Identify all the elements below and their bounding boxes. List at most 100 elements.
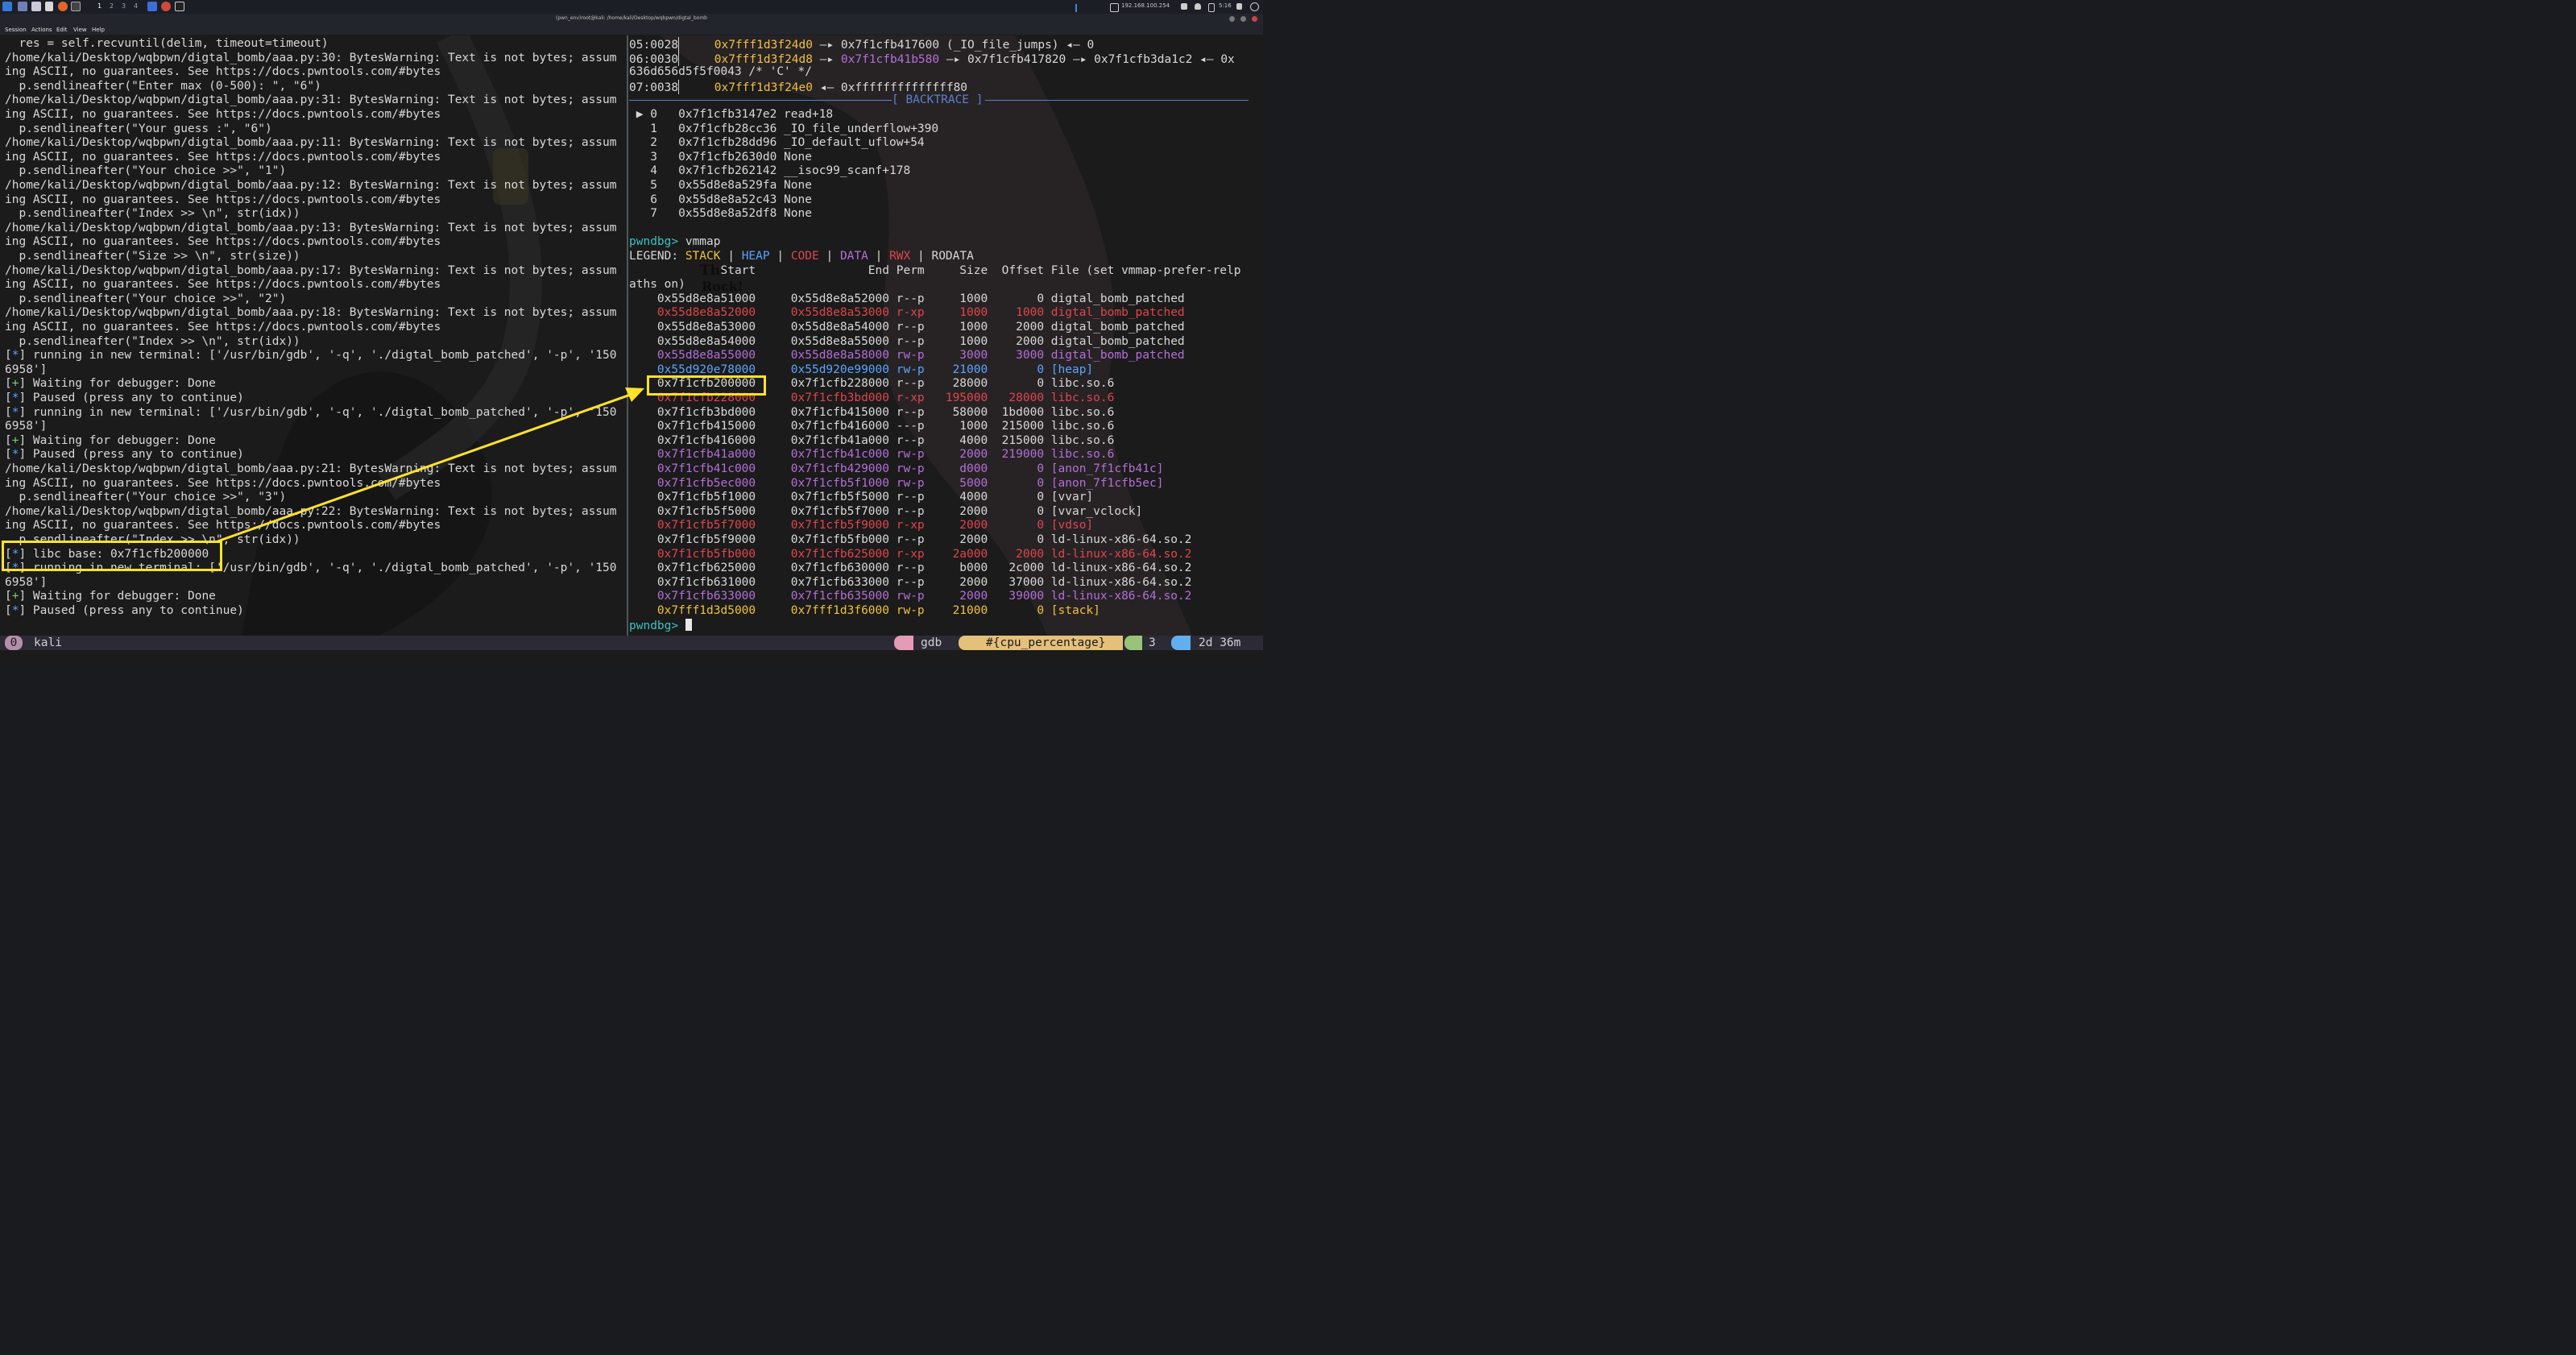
terminal-cursor[interactable] <box>685 618 692 631</box>
menu-session[interactable]: Session <box>5 27 27 33</box>
terminal-line: ing ASCII, no guarantees. See https://do… <box>5 108 441 122</box>
text-segment: | <box>769 250 791 263</box>
tmux-session-index[interactable]: 0 <box>5 636 23 650</box>
text-segment: 0x55d8e8a51000 0x55d8e8a52000 r--p 1000 … <box>629 292 1185 305</box>
files-icon[interactable] <box>31 2 41 11</box>
top-panel: 1 2 3 4 192.168.100.254 5:16 <box>0 0 1263 14</box>
text-segment: ] Waiting for debugger: Done <box>19 433 216 447</box>
text-segment <box>679 39 714 52</box>
text-segment: 0x7f1cfb41a000 0x7f1cfb41c000 rw-p 2000 … <box>629 448 1115 462</box>
text-segment: p.sendlineafter("Your guess :", "6") <box>5 122 272 135</box>
maximize-icon[interactable] <box>1240 16 1246 22</box>
workspace-3[interactable]: 3 <box>122 2 126 10</box>
tmux-cpu: #{cpu_percentage} <box>978 636 1123 650</box>
clock[interactable]: 5:16 <box>1219 2 1232 9</box>
terminal-line: [+] Waiting for debugger: Done <box>5 434 216 449</box>
gdb-input-line[interactable]: pwndbg> <box>629 618 692 633</box>
text-segment: [ <box>5 590 12 603</box>
power-icon[interactable] <box>1250 2 1259 11</box>
text-segment: | RODATA <box>910 250 974 263</box>
menu-edit[interactable]: Edit <box>56 27 68 33</box>
terminal[interactable]: res = self.recvuntil(delim, timeout=time… <box>0 35 1263 636</box>
desktop-bottom <box>0 650 1263 665</box>
text-segment: /home/kali/Desktop/wqbpwn/digtal_bomb/aa… <box>5 51 617 64</box>
stack-line: 05:0028 0x7fff1d3f24d0 —▸ 0x7f1cfb417600… <box>629 37 1094 52</box>
text-segment: [ <box>5 433 12 447</box>
close-icon[interactable] <box>1252 16 1257 22</box>
text-segment: /home/kali/Desktop/wqbpwn/digtal_bomb/aa… <box>5 462 617 475</box>
text-segment: ing ASCII, no guarantees. See https://do… <box>5 65 441 79</box>
text-segment: /home/kali/Desktop/wqbpwn/digtal_bomb/aa… <box>5 504 617 518</box>
gdb-command: vmmap <box>678 235 721 249</box>
desktop-icon[interactable] <box>18 2 27 11</box>
workspace-4[interactable]: 4 <box>134 2 138 10</box>
tmux-window-name[interactable]: gdb <box>921 636 942 650</box>
terminal-line: ing ASCII, no guarantees. See https://do… <box>5 193 441 208</box>
text-segment: 5 0x55d8e8a529fa None <box>629 179 812 192</box>
text-segment: 07:0038 <box>629 81 679 94</box>
firefox-icon[interactable] <box>58 2 68 11</box>
taskbar-app-icon[interactable] <box>161 2 171 11</box>
text-segment: [ <box>5 392 12 404</box>
right-pane-pwndbg[interactable]: The Rock! 05:0028 0x7fff1d3f24d0 —▸ 0x7f… <box>629 35 1263 636</box>
terminal-line: p.sendlineafter("Your choice >>", "1") <box>5 164 286 179</box>
terminal-line: p.sendlineafter("Enter max (0-500): ", "… <box>5 80 321 94</box>
text-segment: 6958'] <box>5 363 48 376</box>
terminal-line: [*] Paused (press any to continue) <box>5 392 244 406</box>
notification-bell-icon[interactable] <box>1195 3 1201 10</box>
network-icon[interactable] <box>1110 3 1119 12</box>
text-segment: 0x7f1cfb41c000 0x7f1cfb429000 rw-p d000 … <box>629 462 1164 475</box>
terminal-line: res = self.recvuntil(delim, timeout=time… <box>5 37 328 52</box>
backtrace-frame: 5 0x55d8e8a529fa None <box>629 179 812 193</box>
text-segment: CODE <box>790 250 819 263</box>
document-icon[interactable] <box>45 2 53 11</box>
text-segment: 0x7f1cfb5ec000 0x7f1cfb5f1000 rw-p 5000 … <box>629 476 1164 490</box>
taskbar-app-icon[interactable] <box>147 2 157 11</box>
text-segment: 6958'] <box>5 575 48 589</box>
speaker-icon[interactable] <box>1181 3 1187 10</box>
backtrace-frame: 7 0x55d8e8a52df8 None <box>629 207 812 222</box>
kali-menu-icon[interactable] <box>2 2 12 11</box>
text-segment: LEGEND: <box>629 250 685 263</box>
text-segment: /home/kali/Desktop/wqbpwn/digtal_bomb/aa… <box>5 306 617 320</box>
text-segment: ing ASCII, no guarantees. See https://do… <box>5 321 441 334</box>
text-segment: 0x7f1cfb416000 0x7f1cfb41a000 r--p 4000 … <box>629 433 1115 447</box>
battery-icon[interactable] <box>1208 3 1215 12</box>
terminal-line: /home/kali/Desktop/wqbpwn/digtal_bomb/aa… <box>5 222 617 236</box>
terminal-line: p.sendlineafter("Index >> \n", str(idx)) <box>5 207 300 222</box>
vmmap-row: 0x55d8e8a54000 0x55d8e8a55000 r--p 1000 … <box>629 335 1185 350</box>
taskbar-terminal-icon[interactable] <box>175 2 184 11</box>
menu-bar: Session Actions Edit View Help <box>0 25 1263 35</box>
text-segment: p.sendlineafter("Your choice >>", "1") <box>5 164 287 178</box>
text-segment: p.sendlineafter("Index >> \n", str(idx)) <box>5 334 300 348</box>
workspace-1[interactable]: 1 <box>97 2 101 10</box>
text-segment: ] Paused (press any to continue) <box>19 448 244 462</box>
tmux-uptime: 2d 36m <box>1199 636 1241 649</box>
backtrace-frame: ▶ 0 0x7f1cfb3147e2 read+18 <box>629 108 833 122</box>
text-segment: 2 0x7f1cfb28dd96 _IO_default_uflow+54 <box>629 136 925 150</box>
gdb-prompt: pwndbg> <box>629 619 685 632</box>
terminal-icon[interactable] <box>71 2 81 11</box>
vmmap-row: 0x7f1cfb5ec000 0x7f1cfb5f1000 rw-p 5000 … <box>629 476 1164 491</box>
tmux-session-name: kali <box>34 636 62 649</box>
menu-view[interactable]: View <box>73 27 87 33</box>
terminal-line: /home/kali/Desktop/wqbpwn/digtal_bomb/aa… <box>5 93 617 108</box>
vmmap-row: 0x55d8e8a53000 0x55d8e8a54000 r--p 1000 … <box>629 321 1185 335</box>
text-segment: 0x7f1cfb5f5000 0x7f1cfb5f7000 r--p 2000 … <box>629 504 1143 518</box>
tmux-uptime-icon <box>1171 636 1191 650</box>
menu-actions[interactable]: Actions <box>31 27 52 33</box>
terminal-line: 6958'] <box>5 420 47 434</box>
vmmap-row: 0x7f1cfb625000 0x7f1cfb630000 r--p b000 … <box>629 561 1191 576</box>
lock-icon[interactable] <box>1236 3 1242 10</box>
vmmap-row: 0x7fff1d3d5000 0x7fff1d3f6000 rw-p 21000… <box>629 604 1100 619</box>
vmmap-row: 0x7f1cfb416000 0x7f1cfb41a000 r--p 4000 … <box>629 434 1114 449</box>
menu-help[interactable]: Help <box>92 27 105 33</box>
terminal-line: 6958'] <box>5 576 47 590</box>
text-segment: ing ASCII, no guarantees. See https://do… <box>5 150 441 164</box>
pane-divider[interactable] <box>627 35 628 636</box>
workspace-2[interactable]: 2 <box>110 2 114 10</box>
terminal-line: p.sendlineafter("Your choice >>", "3") <box>5 491 286 505</box>
minimize-icon[interactable] <box>1229 16 1235 22</box>
window-titlebar[interactable]: (pwn_env)root@kali: /home/kali/Desktop/w… <box>0 14 1263 25</box>
terminal-line: /home/kali/Desktop/wqbpwn/digtal_bomb/aa… <box>5 264 617 279</box>
